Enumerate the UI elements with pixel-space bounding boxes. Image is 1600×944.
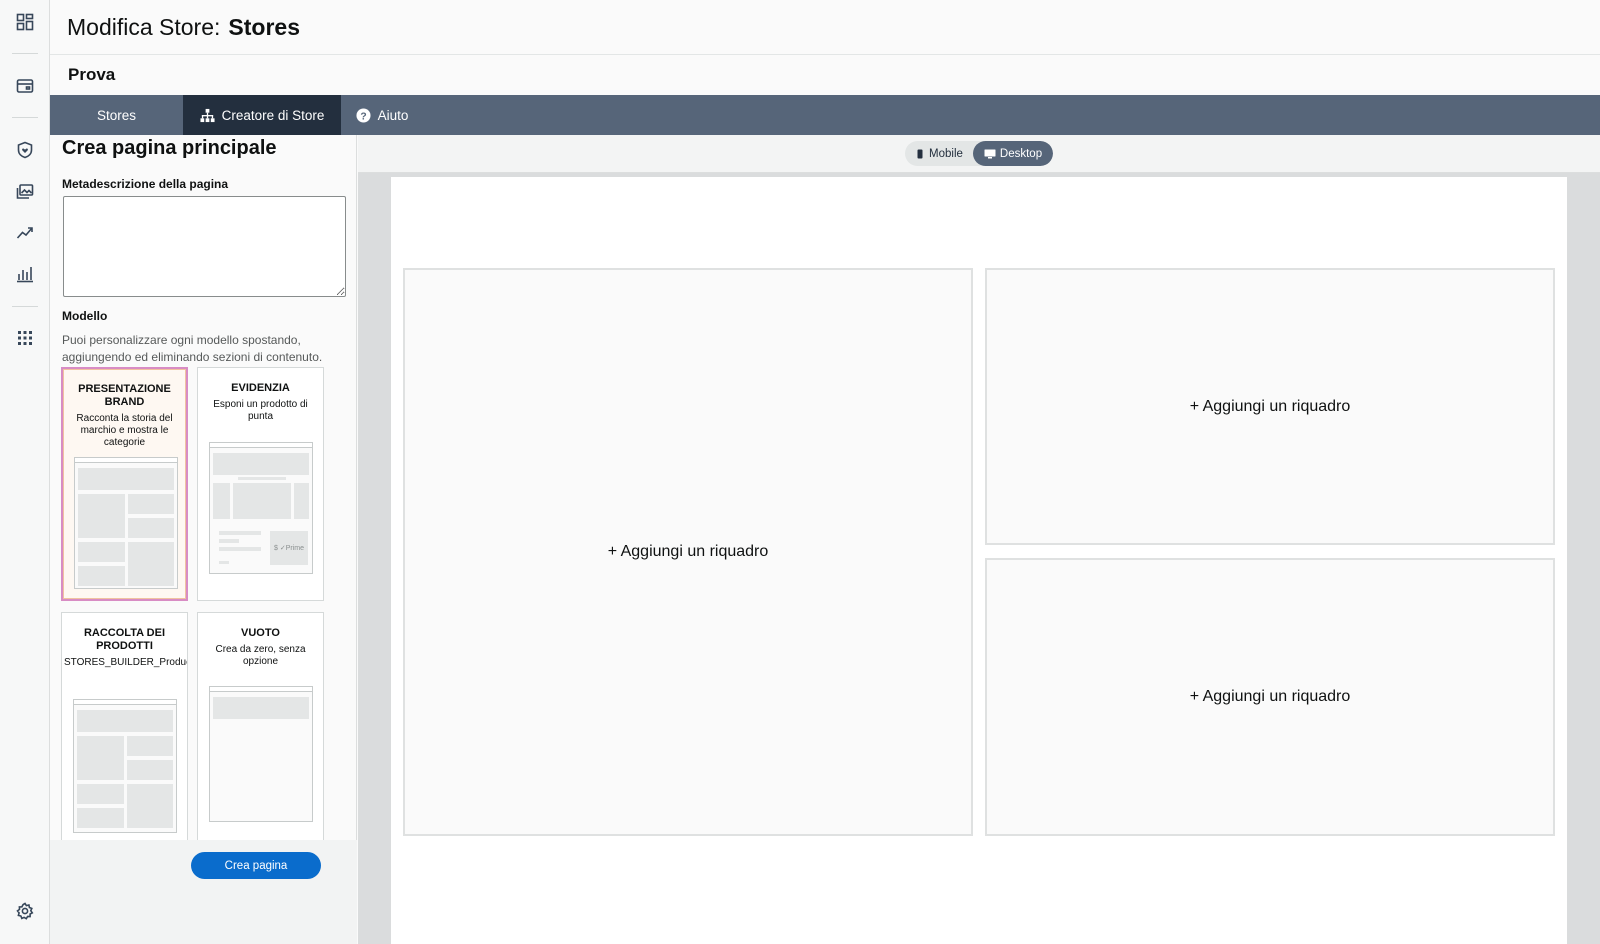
panel-title: Crea pagina principale: [62, 137, 277, 159]
add-tile-slot-large[interactable]: + Aggiungi un riquadro: [403, 268, 973, 836]
mobile-view-button[interactable]: Mobile: [905, 141, 973, 166]
template-label: Modello: [62, 309, 108, 323]
tab-bar: Stores Creatore di Store ? Aiuto: [50, 95, 1600, 135]
meta-description-label: Metadescrizione della pagina: [62, 177, 229, 191]
mobile-label: Mobile: [929, 147, 963, 160]
phone-icon: [917, 149, 923, 158]
device-toggle-bar: Mobile Desktop: [358, 135, 1600, 173]
template-thumbnail: [73, 699, 177, 833]
tab-store-builder[interactable]: Creatore di Store: [183, 95, 341, 135]
add-tile-label: + Aggiungi un riquadro: [607, 543, 769, 560]
page-canvas: + Aggiungi un riquadro + Aggiungi un riq…: [391, 177, 1567, 944]
question-circle-icon: ?: [356, 107, 371, 123]
tab-stores[interactable]: Stores: [50, 95, 183, 135]
rail-divider: [12, 53, 38, 54]
gear-icon[interactable]: [15, 901, 35, 921]
store-page-name: Prova: [68, 65, 116, 84]
monitor-icon: [984, 149, 996, 158]
page-subtitle: Prova: [50, 55, 1600, 95]
template-card-brand-presentation[interactable]: PRESENTAZIONE BRAND Racconta la storia d…: [61, 367, 188, 601]
template-thumbnail: [209, 686, 313, 822]
create-page-panel: Crea pagina principale Metadescrizione d…: [50, 135, 357, 944]
add-tile-label: + Aggiungi un riquadro: [1189, 397, 1351, 415]
device-toggle: Mobile Desktop: [905, 141, 1053, 166]
dashboard-icon[interactable]: [15, 12, 35, 32]
gallery-icon[interactable]: [15, 182, 35, 202]
tab-label: Creatore di Store: [221, 107, 325, 123]
add-tile-slot-bottom-right[interactable]: + Aggiungi un riquadro: [985, 558, 1555, 836]
tab-label: Aiuto: [377, 107, 409, 123]
template-card-empty[interactable]: VUOTO Crea da zero, senza opzione: [197, 612, 324, 840]
create-page-button[interactable]: Crea pagina: [191, 852, 321, 879]
bar-chart-icon[interactable]: [15, 264, 35, 284]
template-card-description: Esponi un prodotto di punta: [213, 399, 308, 422]
template-card-description: STORES_BUILDER_ProductCollectionTemplate…: [64, 657, 187, 668]
template-thumbnail: [74, 457, 178, 589]
shield-heart-icon[interactable]: [15, 140, 35, 160]
add-tile-label: + Aggiungi un riquadro: [1189, 688, 1351, 705]
sitemap-icon: [200, 108, 215, 122]
store-preview-area: Mobile Desktop + Aggiungi un riquadro + …: [358, 135, 1600, 944]
tab-help[interactable]: ? Aiuto: [341, 95, 423, 135]
svg-text:?: ?: [360, 111, 366, 122]
template-card-title: RACCOLTA DEI PRODOTTI: [83, 627, 166, 652]
template-thumbnail: $ ✓Prime: [209, 442, 313, 574]
panel-scroll-area[interactable]: Crea pagina principale Metadescrizione d…: [50, 135, 357, 840]
template-card-title: VUOTO: [241, 627, 280, 639]
panel-footer: Crea pagina: [50, 840, 357, 944]
template-card-product-collection[interactable]: RACCOLTA DEI PRODOTTI STORES_BUILDER_Pro…: [61, 612, 188, 840]
add-tile-slot-top-right[interactable]: + Aggiungi un riquadro: [985, 268, 1555, 545]
desktop-label: Desktop: [999, 147, 1043, 160]
rail-divider: [12, 117, 38, 118]
page-title-prefix: Modifica Store:: [67, 13, 221, 40]
template-card-title: EVIDENZIA: [231, 382, 290, 394]
apps-grid-icon[interactable]: [15, 328, 35, 348]
price-tag: $ ✓Prime: [270, 531, 308, 565]
page-header: Modifica Store: Stores: [50, 0, 1600, 55]
left-icon-rail: [0, 0, 50, 944]
template-description: Puoi personalizzare ogni modello spostan…: [62, 333, 323, 364]
trend-line-icon[interactable]: [15, 223, 35, 243]
store-card-icon[interactable]: [15, 76, 35, 96]
template-card-title: PRESENTAZIONE BRAND: [78, 383, 171, 408]
rail-divider: [12, 306, 38, 307]
template-card-highlight[interactable]: EVIDENZIA Esponi un prodotto di punta $ …: [197, 367, 324, 601]
template-card-description: Crea da zero, senza opzione: [215, 644, 306, 667]
tab-label: Stores: [96, 107, 137, 123]
desktop-view-button[interactable]: Desktop: [973, 141, 1053, 166]
meta-description-input[interactable]: [63, 196, 346, 297]
page-title-store: Stores: [228, 13, 300, 40]
template-card-description: Racconta la storia del marchio e mostra …: [76, 413, 173, 448]
